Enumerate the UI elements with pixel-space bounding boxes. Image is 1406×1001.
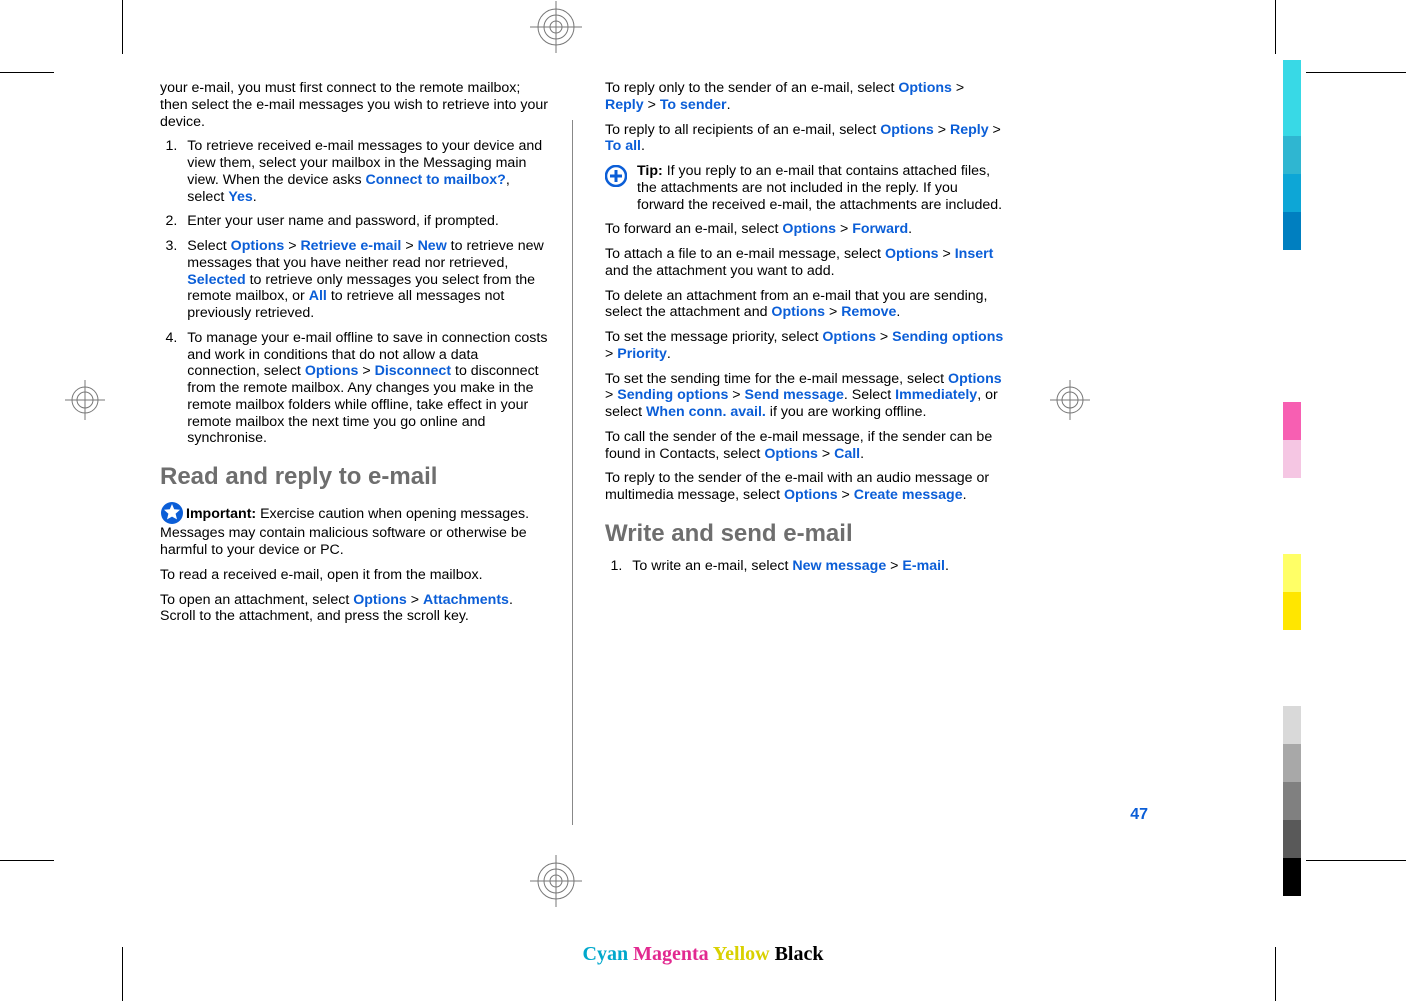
link-reply: Reply (605, 97, 644, 113)
crop-mark (1306, 860, 1406, 861)
link-insert: Insert (955, 246, 994, 262)
intro-paragraph: your e-mail, you must first connect to t… (160, 80, 550, 130)
link-options: Options (784, 487, 838, 503)
heading-write-send: Write and send e-mail (605, 520, 1005, 548)
step-2: Enter your user name and password, if pr… (181, 213, 550, 230)
footer-cyan: Cyan (583, 943, 629, 965)
crop-mark (1275, 947, 1276, 1001)
heading-read-reply: Read and reply to e-mail (160, 463, 550, 491)
link-email: E-mail (902, 558, 945, 574)
step-4: To manage your e-mail offline to save in… (181, 330, 550, 447)
plus-icon (605, 165, 627, 187)
link-options: Options (764, 446, 818, 462)
link-options: Options (305, 363, 359, 379)
important-label: Important: (186, 506, 260, 522)
link-to-sender: To sender (660, 97, 727, 113)
link-disconnect: Disconnect (375, 363, 451, 379)
link-forward: Forward (852, 221, 908, 237)
link-to-all: To all (605, 138, 641, 154)
step-3: Select Options > Retrieve e-mail > New t… (181, 238, 550, 322)
right-column: To reply only to the sender of an e-mail… (585, 80, 1015, 855)
registration-mark-left (65, 380, 105, 420)
footer-black: Black (775, 943, 824, 965)
link-options: Options (880, 122, 934, 138)
crop-mark (1275, 0, 1276, 54)
link-options: Options (771, 304, 825, 320)
p-call-sender: To call the sender of the e-mail message… (605, 429, 1005, 463)
p-attach: To attach a file to an e-mail message, s… (605, 246, 1005, 280)
tip-note: Tip: If you reply to an e-mail that cont… (605, 163, 1005, 213)
write-step-1: To write an e-mail, select New message >… (626, 558, 1005, 575)
step-1: To retrieve received e-mail messages to … (181, 138, 550, 205)
tip-label: Tip: (637, 163, 667, 179)
link-sending-options: Sending options (892, 329, 1003, 345)
link-retrieve-email: Retrieve e-mail (300, 238, 401, 254)
link-options: Options (782, 221, 836, 237)
link-reply: Reply (950, 122, 989, 138)
p-open-attachment: To open an attachment, select Options > … (160, 592, 550, 626)
link-options: Options (885, 246, 939, 262)
p-forward: To forward an e-mail, select Options > F… (605, 221, 1005, 238)
p-reply-sender: To reply only to the sender of an e-mail… (605, 80, 1005, 114)
link-new-message: New message (792, 558, 886, 574)
footer-magenta: Magenta (633, 943, 709, 965)
important-note: Important: Exercise caution when opening… (160, 501, 550, 559)
link-options: Options (353, 592, 407, 608)
p-audio-reply: To reply to the sender of the e-mail wit… (605, 470, 1005, 504)
left-column: your e-mail, you must first connect to t… (160, 80, 560, 855)
crop-mark (122, 0, 123, 54)
link-yes: Yes (228, 189, 252, 205)
crop-mark (0, 860, 54, 861)
p-reply-all: To reply to all recipients of an e-mail,… (605, 122, 1005, 156)
star-icon (160, 501, 184, 525)
link-priority: Priority (617, 346, 667, 362)
p-priority: To set the message priority, select Opti… (605, 329, 1005, 363)
link-options: Options (948, 371, 1002, 387)
link-selected: Selected (187, 272, 245, 288)
page-spread: your e-mail, you must first connect to t… (160, 80, 1160, 855)
link-options: Options (898, 80, 952, 96)
registration-mark-top (530, 1, 582, 53)
footer-yellow: Yellow (713, 943, 770, 965)
link-when-conn-avail: When conn. avail. (646, 404, 766, 420)
color-footer: Cyan Magenta Yellow Black (583, 943, 824, 966)
link-options: Options (231, 238, 285, 254)
page-number: 47 (1130, 806, 1148, 825)
link-remove: Remove (841, 304, 896, 320)
registration-mark-bottom (530, 855, 582, 907)
link-send-message: Send message (745, 387, 844, 403)
crop-mark (0, 72, 54, 73)
link-call: Call (834, 446, 860, 462)
column-divider (572, 120, 573, 825)
p-sending-time: To set the sending time for the e-mail m… (605, 371, 1005, 421)
link-options: Options (822, 329, 876, 345)
link-immediately: Immediately (895, 387, 977, 403)
link-new: New (418, 238, 447, 254)
crop-mark (122, 947, 123, 1001)
link-attachments: Attachments (423, 592, 509, 608)
link-create-message: Create message (854, 487, 963, 503)
link-sending-options: Sending options (617, 387, 728, 403)
link-all: All (309, 288, 327, 304)
p-delete-attachment: To delete an attachment from an e-mail t… (605, 288, 1005, 322)
p-read: To read a received e-mail, open it from … (160, 567, 550, 584)
color-bars (1283, 60, 1301, 896)
crop-mark (1306, 72, 1406, 73)
link-connect-to-mailbox: Connect to mailbox? (366, 172, 506, 188)
